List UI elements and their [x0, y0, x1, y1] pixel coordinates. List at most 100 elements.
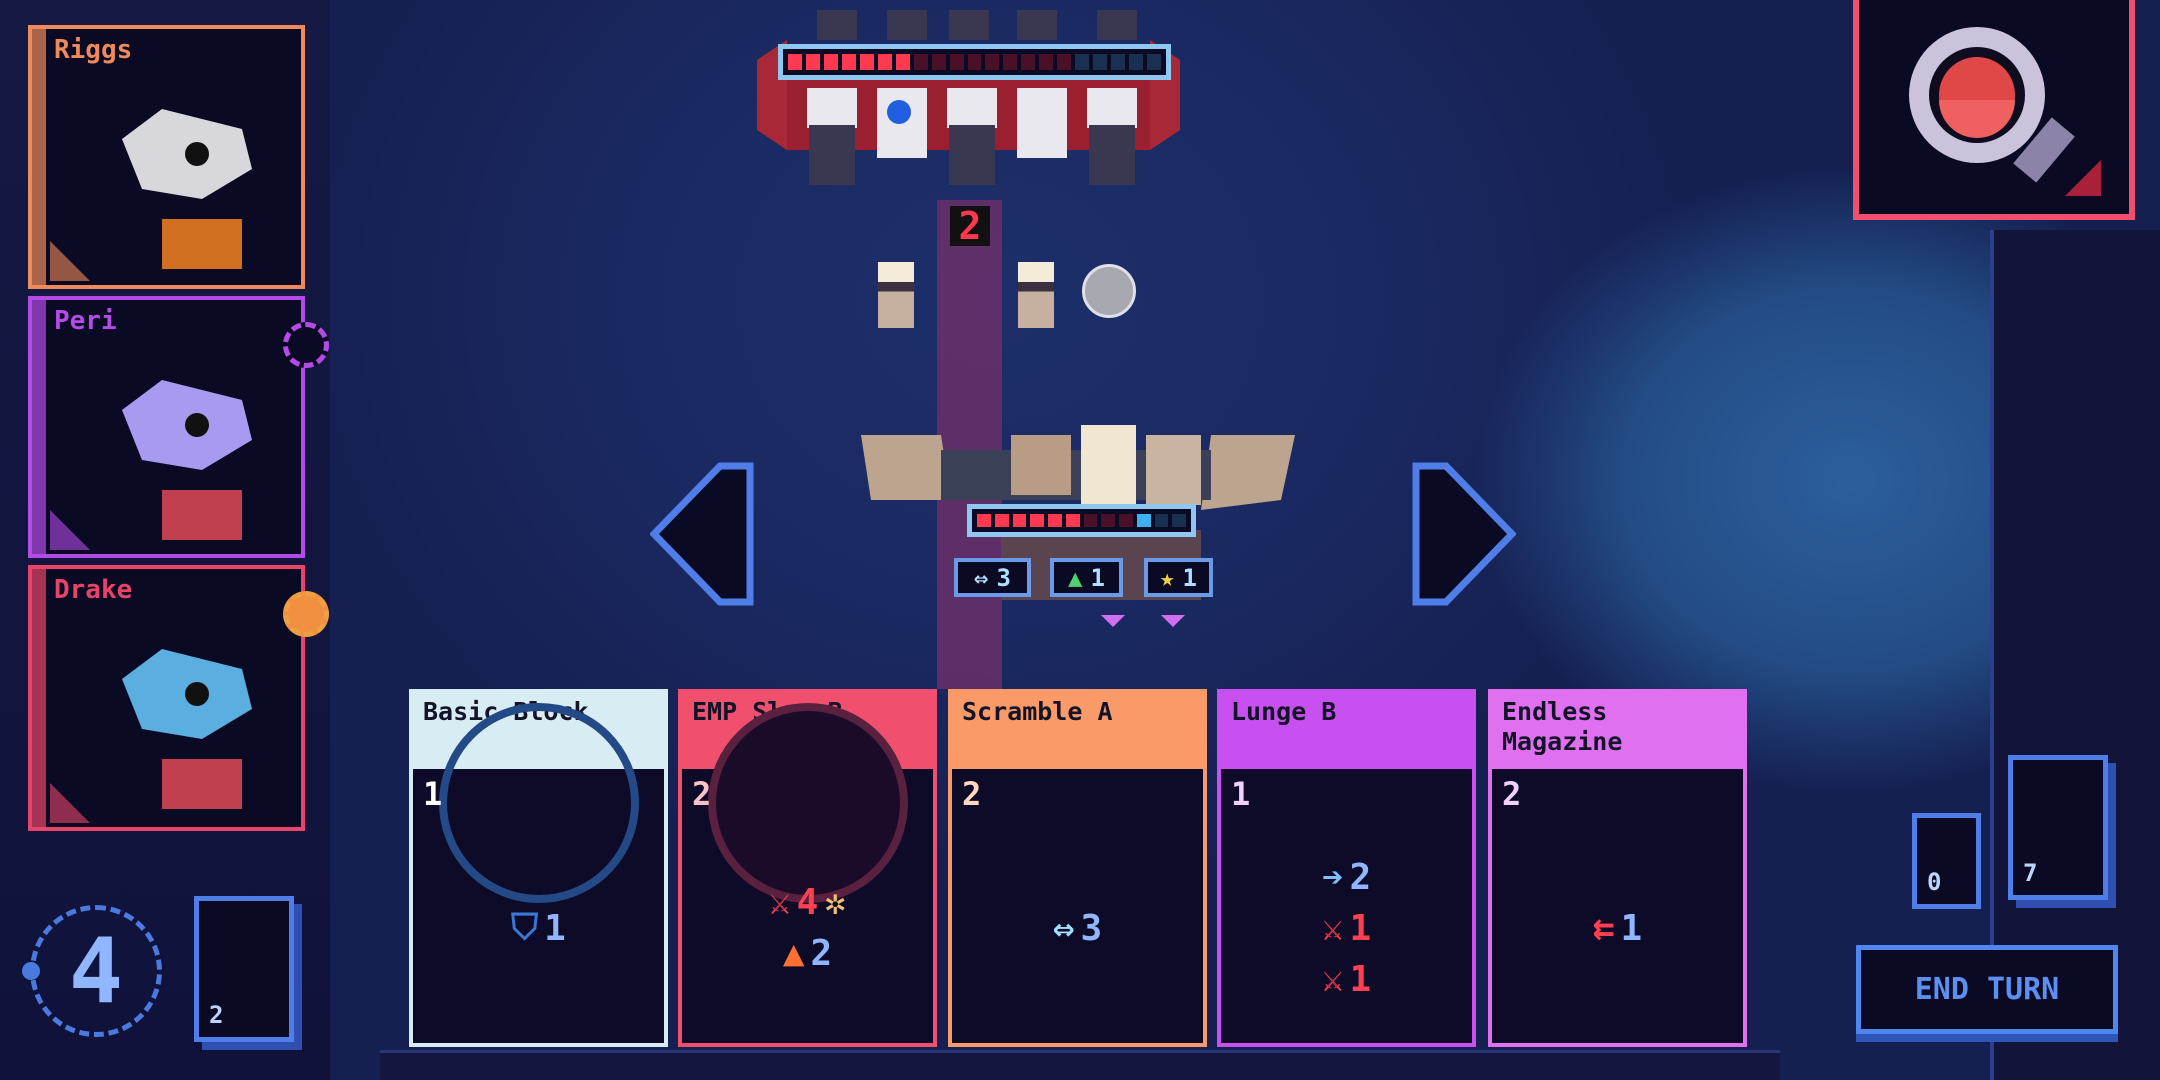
hull-segment — [1065, 514, 1080, 527]
hull-segment — [913, 54, 928, 70]
card-basic-block[interactable]: Basic Block 1 ⛉ 1 — [409, 689, 668, 1047]
crew-name: Riggs — [54, 35, 133, 65]
card-effect: ⚔ 1 — [1322, 959, 1371, 1000]
card-endless-magazine[interactable]: Endless Magazine 2 ⇇ 1 — [1488, 689, 1747, 1047]
attack-icon: ⚔ — [1321, 907, 1344, 949]
crew-strip — [32, 300, 46, 554]
hull-segment — [805, 54, 820, 70]
hull-segment — [949, 54, 964, 70]
crew-character-icon — [122, 649, 252, 809]
hull-segment — [1021, 54, 1036, 70]
hull-segment — [977, 514, 991, 527]
card-cost: 2 — [692, 775, 712, 813]
hull-segment — [823, 54, 838, 70]
hull-segment — [1039, 54, 1054, 70]
card-emp-slug-b[interactable]: EMP Slug B 2 ⚔4✲▲2 — [678, 689, 937, 1047]
card-effects: ⇔ 3 — [952, 813, 1203, 1043]
hull-segment — [841, 54, 856, 70]
crew-strip — [32, 29, 46, 285]
crew-character-icon — [122, 380, 252, 540]
card-scramble-a[interactable]: Scramble A 2 ⇔ 3 — [948, 689, 1207, 1047]
card-lunge-b[interactable]: Lunge B 1 ➔ 2 ⚔ 1 ⚔ 1 — [1217, 689, 1476, 1047]
card-effects: ⛉ 1 — [413, 813, 664, 1043]
exhaust-pile-count: 7 — [2023, 859, 2038, 887]
enemy-ship-sprite — [757, 10, 1180, 185]
drone[interactable] — [878, 262, 914, 328]
hull-segment — [1003, 54, 1018, 70]
card-cost: 2 — [1502, 775, 1522, 813]
card-title: Endless Magazine — [1492, 693, 1743, 769]
energy-counter: 4 — [30, 905, 162, 1037]
crew-name: Drake — [54, 575, 133, 605]
drone[interactable] — [1018, 262, 1054, 328]
enemy-intent-damage: 2 — [950, 206, 990, 246]
star-icon: ★ — [1160, 563, 1175, 592]
hull-segment — [1012, 514, 1027, 527]
timer-icon — [283, 322, 329, 368]
effect-value: 1 — [1349, 907, 1372, 949]
crew-portrait-drake[interactable]: Drake — [28, 565, 329, 831]
status-chip: ⇔ 3 — [954, 558, 1031, 597]
card-effects: ➔ 2 ⚔ 1 ⚔ 1 — [1221, 813, 1472, 1043]
move-left-arrow-icon[interactable] — [650, 462, 754, 606]
crew-corner — [50, 241, 90, 281]
move-icon: ➔ — [1321, 856, 1344, 898]
hull-segment — [788, 54, 802, 70]
crew-name: Peri — [54, 306, 117, 336]
card-effect: ⛉ 1 — [511, 907, 566, 949]
shield-segment — [1147, 54, 1162, 70]
effect-value: 3 — [1080, 907, 1103, 949]
hull-segment — [931, 54, 946, 70]
shield-segment — [1093, 54, 1108, 70]
move-right-arrow-icon[interactable] — [1412, 462, 1516, 606]
evade-icon: ⇔ — [974, 563, 989, 592]
shield-icon: ⛉ — [511, 907, 539, 948]
effect-value: 1 — [1349, 958, 1372, 1000]
attack-icon: ⚔ — [768, 882, 791, 923]
status-chip: ▲ 1 — [1050, 558, 1123, 597]
card-title: Scramble A — [952, 693, 1203, 769]
crew-strip — [32, 569, 46, 827]
effect-value: 1 — [544, 907, 566, 949]
shield-segment — [1129, 54, 1144, 70]
card-effect: ⇔ 3 — [1053, 908, 1102, 949]
card-cost: 1 — [423, 775, 443, 813]
card-effect: ⇇ 1 — [1593, 908, 1642, 949]
card-effect: ⚔ 4 ✲ — [769, 882, 846, 923]
card-title: Lunge B — [1221, 693, 1472, 769]
hull-segment — [877, 54, 892, 70]
exhaust-pile[interactable]: 7 — [2008, 755, 2108, 900]
asteroid[interactable] — [1082, 264, 1136, 318]
hull-segment — [895, 54, 910, 70]
battery-icon — [283, 591, 329, 637]
effect-value: 2 — [1349, 856, 1372, 898]
crew-portrait-peri[interactable]: Peri — [28, 296, 329, 558]
status-value: 1 — [1182, 563, 1197, 592]
card-cost: 2 — [962, 775, 982, 813]
player-hull-bar — [967, 504, 1196, 537]
crew-corner — [50, 510, 90, 550]
discard-pile-count: 0 — [1927, 868, 1942, 896]
end-turn-button[interactable]: END TURN — [1856, 945, 2118, 1034]
card-effect: ▲ 2 — [783, 933, 832, 974]
hull-segment — [967, 54, 982, 70]
endless-icon: ⇇ — [1592, 907, 1615, 949]
hull-segment — [1030, 514, 1044, 527]
draw-pile[interactable]: 2 — [194, 896, 294, 1042]
hull-segment — [985, 54, 1000, 70]
hull-segment — [1083, 514, 1098, 527]
effect-value: 2 — [810, 933, 833, 974]
card-effect: ⚔ 1 — [1322, 908, 1371, 949]
hull-segment — [994, 514, 1009, 527]
hull-segment — [859, 54, 874, 70]
effect-value: 4 — [796, 882, 819, 923]
status-value: 1 — [1090, 563, 1105, 592]
card-cost: 1 — [1231, 775, 1251, 813]
discard-pile[interactable]: 0 — [1912, 813, 1981, 909]
hull-segment — [1119, 514, 1133, 527]
draw-pile-count: 2 — [209, 1001, 224, 1029]
drone-icon: ▲ — [1068, 563, 1083, 592]
stun-icon: ✲ — [824, 882, 847, 923]
crew-portrait-riggs[interactable]: Riggs — [28, 25, 305, 289]
crew-corner — [50, 783, 90, 823]
